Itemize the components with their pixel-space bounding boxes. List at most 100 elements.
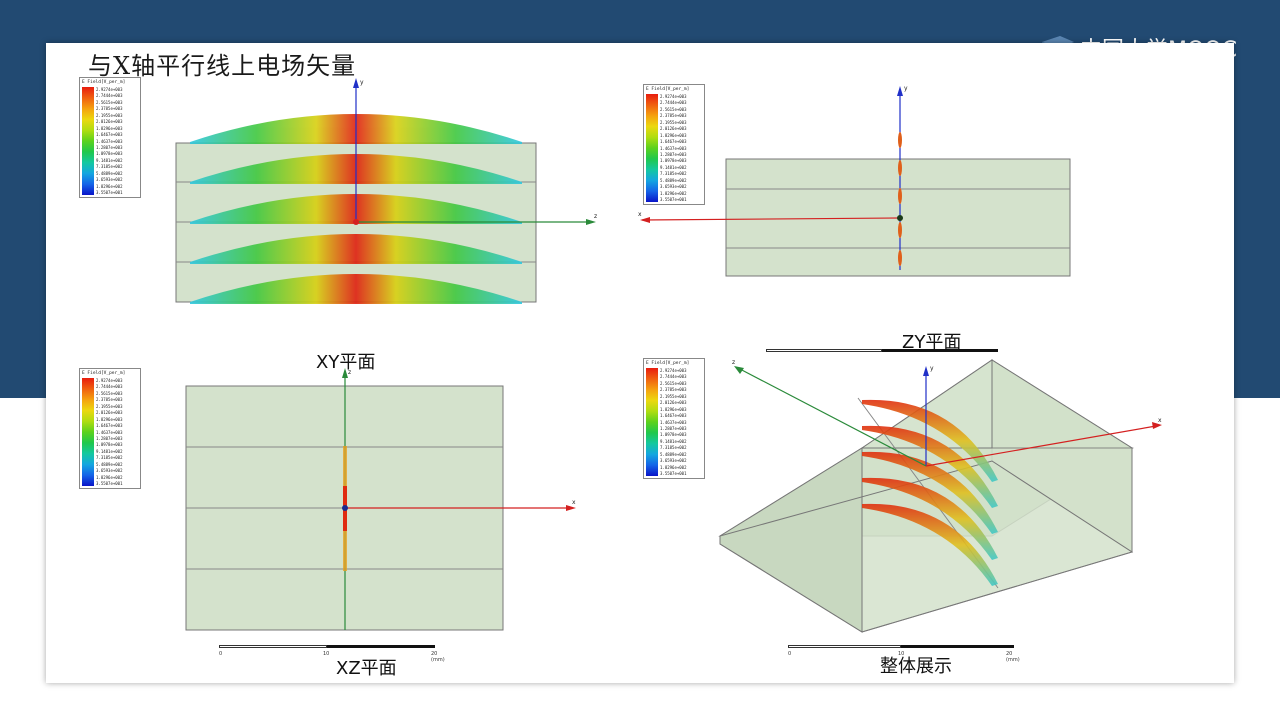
scale-bar-segment <box>901 645 1014 648</box>
legend-value: 7.3185e+002 <box>660 445 687 451</box>
panel-zy-edge-view: x y <box>638 85 1071 277</box>
field-vector-edge <box>898 160 902 176</box>
field-vector-edge <box>898 132 902 148</box>
y-axis-arrow-icon <box>353 78 359 88</box>
legend-title: E Field[V_per_m] <box>646 361 690 366</box>
origin-point <box>353 219 359 225</box>
field-vector-edge <box>898 250 902 266</box>
z-axis-label: z <box>732 359 735 366</box>
legend-title: E Field[V_per_m] <box>82 80 126 85</box>
y-axis-arrow-icon <box>923 366 929 376</box>
panel-xz-label: XZ平面 <box>336 658 397 679</box>
legend-value: 7.3185e+002 <box>96 455 123 461</box>
legend-value: 1.8296e+002 <box>96 474 123 480</box>
legend-value: 2.1955e+003 <box>660 393 687 399</box>
panel-xz-plane: z x <box>185 368 576 631</box>
legend-color-bar <box>82 87 94 195</box>
legend-color-bar <box>82 378 94 486</box>
legend-value: 2.3785e+003 <box>96 397 123 403</box>
legend-value: 5.4889e+002 <box>96 461 123 467</box>
color-legend-top-left: E Field[V_per_m] 2.9274e+003 2.7444e+003 2… <box>79 77 141 198</box>
legend-value: 2.5615e+003 <box>96 99 123 105</box>
legend-value: 3.6593e+002 <box>96 468 123 474</box>
legend-value: 1.8296e+002 <box>96 183 123 189</box>
box-left-face <box>719 447 863 633</box>
scale-bar-xz: 0 10 20 (mm) <box>219 645 445 663</box>
legend-value: 7.3185e+002 <box>96 164 123 170</box>
z-axis-line <box>737 367 927 467</box>
legend-value: 1.8296e+003 <box>660 406 687 412</box>
color-legend-bottom-left: E Field[V_per_m] 2.9274e+003 2.7444e+003 2… <box>79 368 141 489</box>
legend-value: 2.1955e+003 <box>96 112 123 118</box>
scale-bar-segment <box>788 645 901 648</box>
legend-value: 9.1481e+002 <box>660 438 687 444</box>
legend-value: 2.0126e+003 <box>660 400 687 406</box>
scale-bar-whole: 0 10 20 (mm) <box>788 645 1020 663</box>
legend-value: 9.1481e+002 <box>96 157 123 163</box>
panel-whole-label: 整体展示 <box>880 656 952 677</box>
legend-value: 3.5507e+001 <box>660 471 687 476</box>
x-axis-label: x <box>1158 417 1162 424</box>
legend-title: E Field[V_per_m] <box>82 371 126 376</box>
legend-value: 5.4889e+002 <box>660 451 687 457</box>
legend-value: 2.3785e+003 <box>96 106 123 112</box>
z-axis-label: z <box>594 213 597 220</box>
legend-values: 2.9274e+003 2.7444e+003 2.5615e+003 2.3785e… <box>96 87 123 195</box>
legend-value: 1.0978e+003 <box>96 442 123 448</box>
scale-tick: 0 <box>788 651 792 657</box>
legend-value: 2.9274e+003 <box>660 368 687 373</box>
y-axis-arrow-icon <box>897 86 903 96</box>
color-legend-bottom-right: E Field[V_per_m] 2.9274e+003 2.7444e+003 2… <box>643 358 705 479</box>
legend-value: 2.5615e+003 <box>96 390 123 396</box>
scale-tick: 20 (mm) <box>1006 651 1020 663</box>
legend-value: 2.9274e+003 <box>96 378 123 383</box>
legend-value: 3.5507e+001 <box>96 481 123 486</box>
z-axis-label: z <box>348 369 351 376</box>
legend-value: 1.6467e+003 <box>660 413 687 419</box>
scale-bar-segment <box>219 645 327 648</box>
legend-value: 2.9274e+003 <box>96 87 123 92</box>
legend-value: 1.0978e+003 <box>660 432 687 438</box>
legend-value: 2.7444e+003 <box>96 384 123 390</box>
legend-value: 2.0126e+003 <box>96 410 123 416</box>
x-axis-label: x <box>572 499 576 506</box>
legend-value: 1.4637e+003 <box>96 138 123 144</box>
legend-value: 1.2807e+003 <box>660 425 687 431</box>
scale-bar-segment <box>766 349 882 352</box>
origin-point <box>897 215 903 221</box>
legend-value: 2.7444e+003 <box>660 374 687 380</box>
legend-value: 1.8296e+003 <box>96 416 123 422</box>
field-vector-edge <box>898 222 902 238</box>
box-front-face <box>861 447 1133 633</box>
scale-tick: 0 <box>219 651 223 657</box>
legend-value: 5.4889e+002 <box>96 170 123 176</box>
scale-bar-segment <box>327 645 435 648</box>
legend-color-bar <box>646 368 658 476</box>
x-axis-label: x <box>638 211 642 218</box>
scale-tick: 20 (mm) <box>431 651 445 663</box>
legend-value: 1.6467e+003 <box>96 423 123 429</box>
y-axis-label: y <box>904 85 908 92</box>
legend-value: 1.6467e+003 <box>96 132 123 138</box>
y-axis-label: y <box>930 365 934 372</box>
legend-values: 2.9274e+003 2.7444e+003 2.5615e+003 2.3785e… <box>660 368 687 476</box>
legend-value: 3.6593e+002 <box>96 177 123 183</box>
panel-whole-3d: y x z <box>718 359 1162 633</box>
legend-value: 1.8296e+003 <box>96 125 123 131</box>
z-axis-arrow-icon <box>734 366 744 374</box>
legend-values: 2.9274e+003 2.7444e+003 2.5615e+003 2.3785e… <box>96 378 123 486</box>
origin-point <box>342 505 348 511</box>
legend-value: 2.7444e+003 <box>96 93 123 99</box>
scale-bar-zy <box>766 349 998 353</box>
legend-value: 3.6593e+002 <box>660 458 687 464</box>
legend-value: 1.2807e+003 <box>96 144 123 150</box>
scale-bar-segment <box>882 349 998 352</box>
legend-value: 2.1955e+003 <box>96 403 123 409</box>
legend-value: 1.2807e+003 <box>96 435 123 441</box>
y-axis-label: y <box>360 79 364 86</box>
legend-value: 1.8296e+002 <box>660 464 687 470</box>
scale-tick: 10 <box>323 651 330 657</box>
legend-value: 2.3785e+003 <box>660 387 687 393</box>
panel-xy-field-arcs: y z <box>175 78 597 304</box>
legend-value: 1.4637e+003 <box>660 419 687 425</box>
